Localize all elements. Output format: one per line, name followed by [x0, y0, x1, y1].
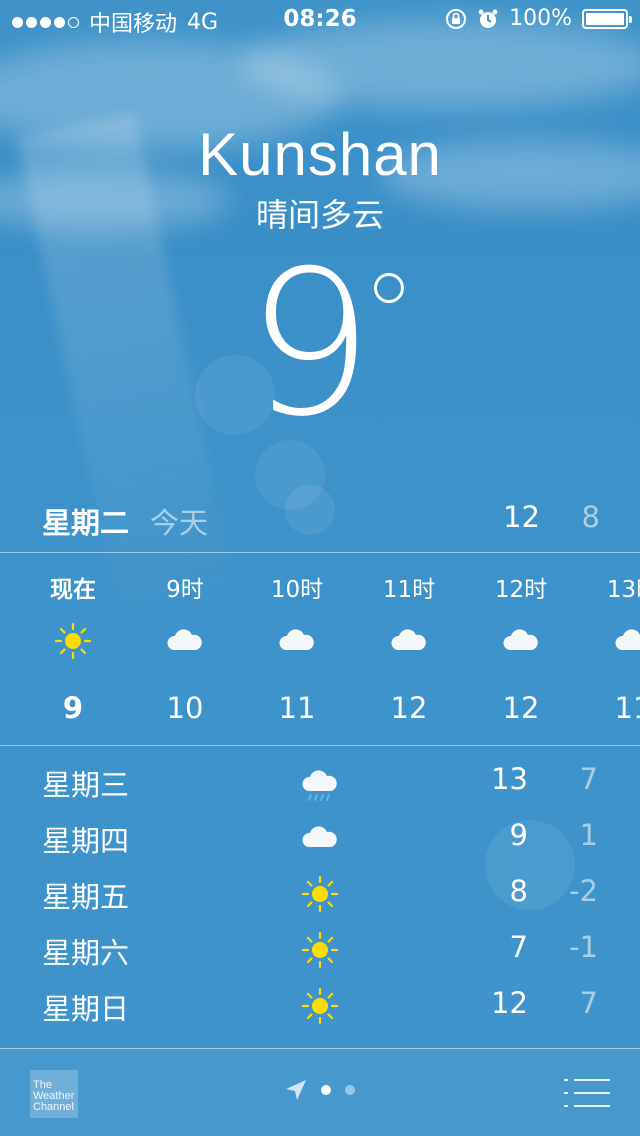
hour-label: 10时: [270, 577, 324, 603]
page-dot[interactable]: [321, 1085, 331, 1095]
daily-row: 星期四 9 1: [0, 808, 640, 864]
cloud-icon: [615, 629, 640, 650]
hourly-item: 现在 9: [17, 553, 129, 745]
status-bar: 中国移动 4G 08:26 100%: [0, 0, 640, 40]
daily-row: 星期六 7 -1: [0, 920, 640, 976]
day-high: 13: [491, 762, 528, 796]
day-high: 12: [491, 986, 528, 1020]
hour-label: 11时: [382, 577, 436, 603]
day-name: 星期四: [42, 824, 130, 858]
degree-symbol-icon: [374, 273, 404, 303]
today-high: 12: [503, 500, 540, 534]
alarm-icon: [478, 9, 498, 28]
list-menu-icon[interactable]: [564, 1078, 610, 1108]
hour-label: 9时: [166, 577, 204, 603]
day-high: 9: [509, 818, 528, 852]
sun-icon: [301, 987, 339, 1025]
hour-temperature: 10: [166, 691, 204, 725]
daily-row: 星期五 8 -2: [0, 864, 640, 920]
daily-row: 星期三 13 7: [0, 752, 640, 808]
current-temperature-value: 9: [246, 228, 374, 461]
day-name: 星期五: [42, 880, 130, 914]
hourly-item: 9时 10: [129, 553, 241, 745]
divider: [0, 745, 640, 746]
hourly-item: 10时 11: [241, 553, 353, 745]
today-summary-row: 星期二 今天 12 8: [0, 495, 640, 541]
hour-label: 现在: [50, 577, 96, 603]
daily-row: 星期日 12 7: [0, 976, 640, 1032]
hour-temperature: 9: [62, 691, 84, 725]
hour-label: 13时: [606, 577, 640, 603]
day-low: 7: [579, 986, 598, 1020]
sun-icon: [301, 875, 339, 913]
bottom-toolbar: The Weather Channel: [0, 1049, 640, 1136]
city-name: Kunshan: [198, 121, 442, 188]
hour-temperature: 11: [278, 691, 316, 725]
cloud-icon: [503, 629, 538, 650]
hourly-forecast[interactable]: 现在 9 9时 10 10时 11 11时 12 12时 12 13时 11: [0, 553, 640, 745]
current-temperature: 9: [0, 245, 640, 445]
battery-percent: 100%: [509, 6, 572, 31]
orientation-lock-icon: [446, 8, 467, 29]
day-high: 8: [509, 874, 528, 908]
page-dot[interactable]: [345, 1085, 355, 1095]
hour-temperature: 12: [390, 691, 428, 725]
battery-icon: [582, 8, 632, 29]
hourly-item: 13时 11: [577, 553, 640, 745]
location-arrow-icon: [286, 1080, 306, 1100]
sun-icon: [301, 931, 339, 969]
cloud-icon: [302, 826, 337, 847]
day-low: 1: [579, 818, 598, 852]
day-name: 星期日: [42, 992, 130, 1026]
today-low: 8: [581, 500, 600, 534]
day-high: 7: [509, 930, 528, 964]
day-low: -1: [569, 930, 598, 964]
rain-cloud-icon: [302, 770, 337, 801]
today-label: 今天: [150, 506, 209, 540]
hourly-item: 12时 12: [465, 553, 577, 745]
weather-channel-logo[interactable]: The Weather Channel: [30, 1070, 78, 1118]
cloud-icon: [167, 629, 202, 650]
sun-icon: [54, 622, 92, 660]
day-name: 星期六: [42, 936, 130, 970]
page-indicator[interactable]: [321, 1085, 355, 1095]
hour-temperature: 11: [614, 691, 640, 725]
cloud-icon: [279, 629, 314, 650]
cloud-icon: [391, 629, 426, 650]
today-weekday: 星期二: [42, 506, 130, 540]
day-name: 星期三: [42, 768, 130, 802]
day-low: -2: [569, 874, 598, 908]
hour-temperature: 12: [502, 691, 540, 725]
hourly-item: 11时 12: [353, 553, 465, 745]
day-low: 7: [579, 762, 598, 796]
hour-label: 12时: [494, 577, 548, 603]
